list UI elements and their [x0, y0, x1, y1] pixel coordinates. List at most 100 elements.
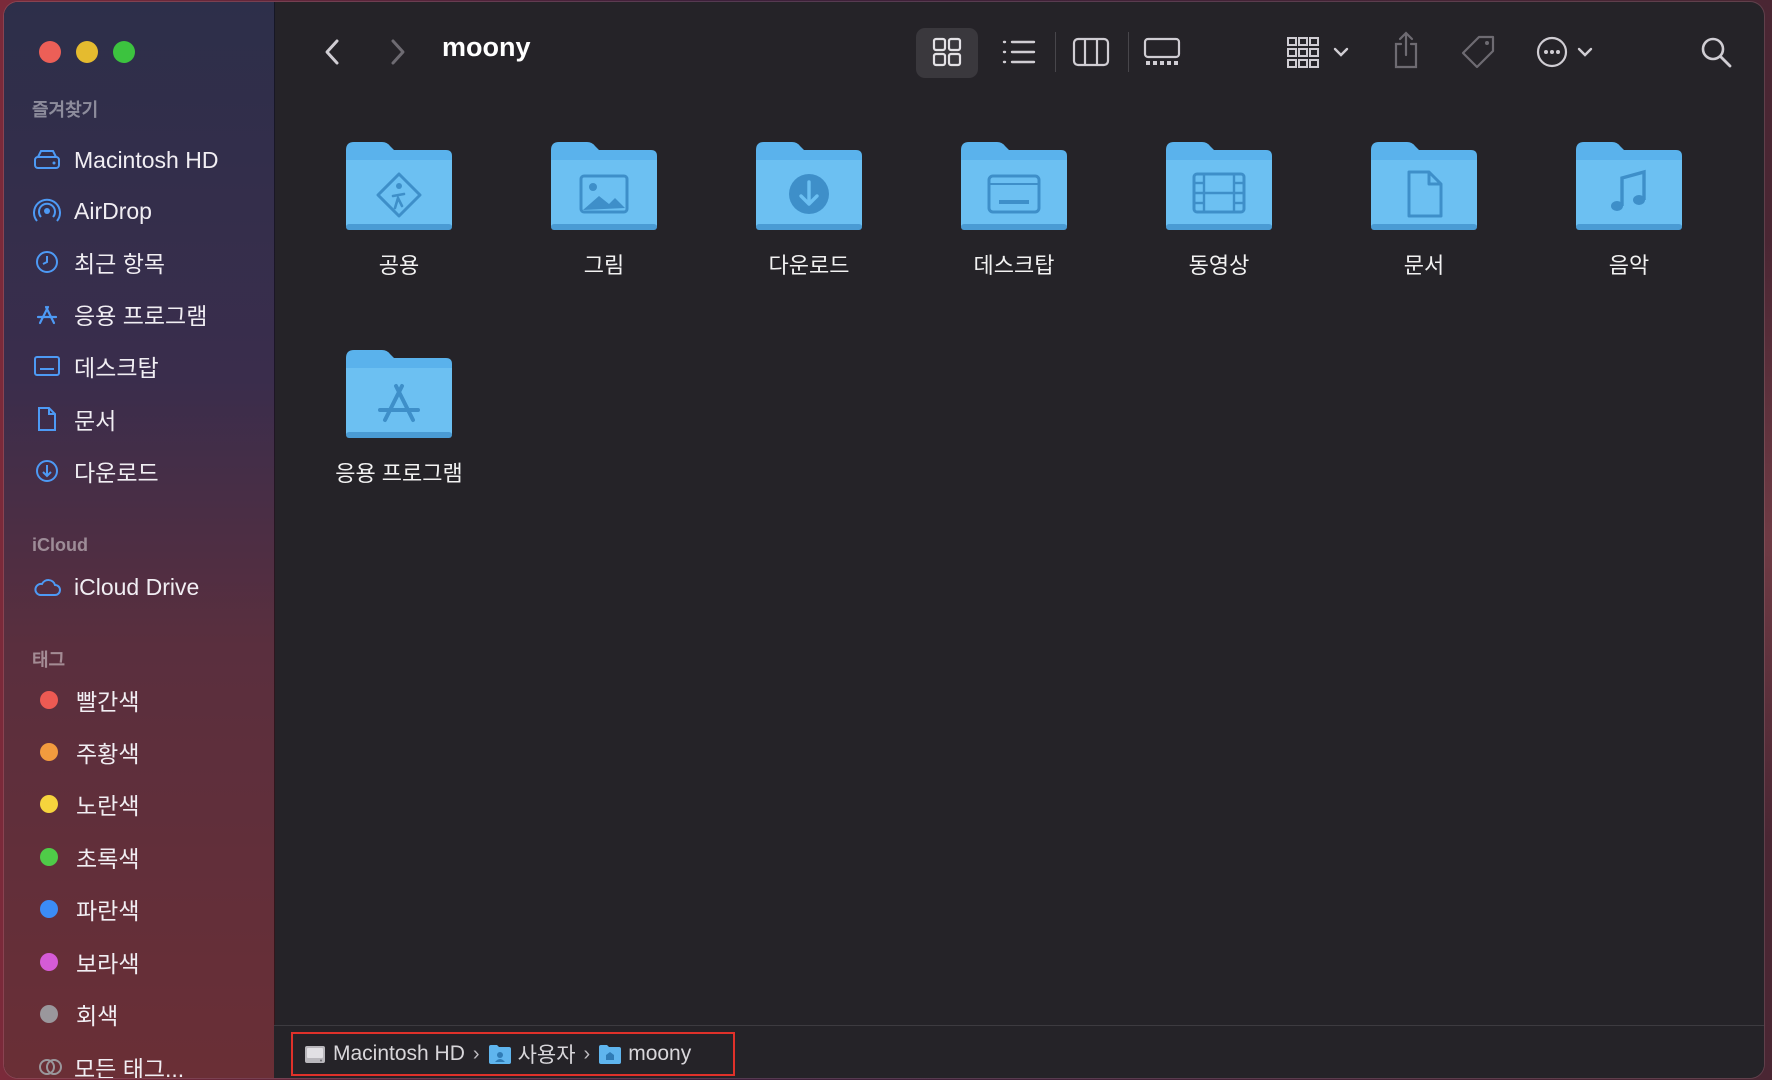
folder-label: 다운로드	[768, 253, 850, 278]
folder-item-music[interactable]: 음악	[1529, 136, 1729, 280]
download-icon	[32, 456, 62, 486]
list-view-icon	[1002, 40, 1036, 64]
hard-drive-icon	[305, 1046, 325, 1063]
breadcrumb-separator: ›	[472, 1042, 480, 1065]
folder-item-desktop[interactable]: 데스크탑	[914, 136, 1114, 280]
downloads-folder-icon	[756, 142, 862, 230]
folder-item-pictures[interactable]: 그림	[504, 136, 704, 280]
sidebar: 즐겨찾기 Macintosh HD AirDrop 최근 항목 응용 프로그램	[4, 2, 275, 1078]
desktop-icon	[32, 351, 62, 381]
sidebar-item-label: 보라색	[76, 951, 140, 977]
path-bar: Macintosh HD › 사용자 › moony	[274, 1025, 1764, 1078]
sidebar-tag-red[interactable]: 빨간색	[32, 680, 139, 720]
folder-label: 데스크탑	[973, 253, 1055, 278]
breadcrumb-label: 사용자	[517, 1044, 576, 1067]
folder-label: 그림	[583, 253, 625, 278]
icloud-section-title: iCloud	[32, 535, 88, 555]
tag-dot-gray-icon	[40, 1005, 58, 1023]
all-tags-icon	[36, 1052, 66, 1078]
breadcrumb-moony[interactable]: moony	[598, 1042, 691, 1066]
breadcrumb-separator: ›	[583, 1042, 591, 1065]
toolbar-divider	[1128, 32, 1129, 72]
folder-label: 동영상	[1188, 253, 1250, 278]
sidebar-tag-orange[interactable]: 주황색	[32, 732, 139, 772]
airdrop-icon	[32, 196, 62, 226]
share-icon	[1394, 31, 1418, 69]
sidebar-item-label: 파란색	[76, 898, 140, 924]
finder-window: 즐겨찾기 Macintosh HD AirDrop 최근 항목 응용 프로그램	[4, 2, 1764, 1078]
sidebar-item-macintosh-hd[interactable]: Macintosh HD	[32, 140, 218, 180]
grid-view-icon	[929, 34, 965, 70]
breadcrumb-label: Macintosh HD	[333, 1042, 465, 1065]
sidebar-item-downloads[interactable]: 다운로드	[32, 451, 159, 491]
folder-label: 문서	[1403, 253, 1445, 278]
tags-section-title: 태그	[32, 650, 66, 670]
sidebar-item-recents[interactable]: 최근 항목	[32, 242, 165, 282]
tag-dot-orange-icon	[40, 743, 58, 761]
gallery-view-icon	[1143, 37, 1181, 65]
home-folder-icon	[599, 1045, 622, 1064]
music-folder-icon	[1576, 142, 1682, 230]
sidebar-item-label: AirDrop	[74, 197, 152, 224]
gallery-view-button[interactable]	[1140, 32, 1184, 72]
list-view-button[interactable]	[999, 34, 1039, 70]
sidebar-item-label: 회색	[76, 1003, 119, 1029]
zoom-button[interactable]	[113, 41, 135, 63]
sidebar-tag-yellow[interactable]: 노란색	[32, 784, 139, 824]
close-button[interactable]	[39, 41, 61, 63]
hard-drive-icon	[32, 145, 62, 175]
folder-item-downloads[interactable]: 다운로드	[709, 136, 909, 280]
share-button[interactable]	[1388, 28, 1424, 72]
sidebar-tag-gray[interactable]: 회색	[32, 994, 118, 1034]
breadcrumb-label: moony	[628, 1042, 692, 1065]
tag-dot-green-icon	[40, 848, 58, 866]
folder-item-applications[interactable]: 응용 프로그램	[299, 344, 499, 488]
sidebar-tag-green[interactable]: 초록색	[32, 837, 139, 877]
forward-button[interactable]	[380, 32, 416, 72]
sidebar-tag-blue[interactable]: 파란색	[32, 889, 139, 929]
sidebar-item-label: 문서	[74, 408, 117, 434]
back-button[interactable]	[314, 32, 350, 72]
users-folder-icon	[488, 1045, 511, 1064]
path-bar-highlight: Macintosh HD › 사용자 › moony	[291, 1032, 735, 1076]
sidebar-all-tags[interactable]: 모든 태그...	[32, 1047, 184, 1078]
sidebar-item-label: 빨간색	[76, 689, 140, 715]
sidebar-item-label: 응용 프로그램	[74, 303, 208, 329]
minimize-button[interactable]	[76, 41, 98, 63]
sidebar-item-label: 주황색	[76, 741, 140, 767]
favorites-section-title: 즐겨찾기	[32, 100, 99, 120]
tag-dot-yellow-icon	[40, 795, 58, 813]
sidebar-item-desktop[interactable]: 데스크탑	[32, 346, 159, 386]
sidebar-item-label: 모든 태그...	[74, 1056, 185, 1078]
sidebar-item-label: 다운로드	[74, 460, 159, 486]
chevron-left-icon	[325, 39, 339, 65]
sidebar-item-documents[interactable]: 문서	[32, 399, 116, 439]
folder-label: 응용 프로그램	[335, 461, 463, 486]
group-by-button[interactable]	[1284, 32, 1356, 72]
sidebar-tag-purple[interactable]: 보라색	[32, 942, 139, 982]
window-title: moony	[442, 32, 531, 62]
sidebar-item-label: 초록색	[76, 846, 140, 872]
folder-label: 음악	[1608, 253, 1650, 278]
folder-item-movies[interactable]: 동영상	[1119, 136, 1319, 280]
traffic-lights	[39, 41, 135, 63]
movies-folder-icon	[1166, 142, 1272, 230]
desktop-folder-icon	[961, 142, 1067, 230]
clock-icon	[32, 247, 62, 277]
folder-item-public[interactable]: 공용	[299, 136, 499, 280]
tag-dot-red-icon	[40, 691, 58, 709]
sidebar-item-label: iCloud Drive	[74, 573, 200, 600]
sidebar-item-airdrop[interactable]: AirDrop	[32, 191, 152, 231]
more-actions-button[interactable]	[1534, 32, 1602, 72]
column-view-button[interactable]	[1070, 32, 1112, 72]
folder-item-documents[interactable]: 문서	[1324, 136, 1524, 280]
sidebar-item-applications[interactable]: 응용 프로그램	[32, 294, 207, 334]
pictures-folder-icon	[551, 142, 657, 230]
sidebar-item-icloud-drive[interactable]: iCloud Drive	[32, 567, 199, 607]
breadcrumb-users[interactable]: 사용자 ›	[488, 1039, 599, 1069]
group-grid-icon	[1287, 37, 1349, 68]
breadcrumb-macintosh-hd[interactable]: Macintosh HD ›	[303, 1042, 488, 1066]
public-folder-icon	[346, 142, 452, 230]
search-button[interactable]	[1696, 32, 1736, 72]
tag-button[interactable]	[1458, 30, 1498, 74]
